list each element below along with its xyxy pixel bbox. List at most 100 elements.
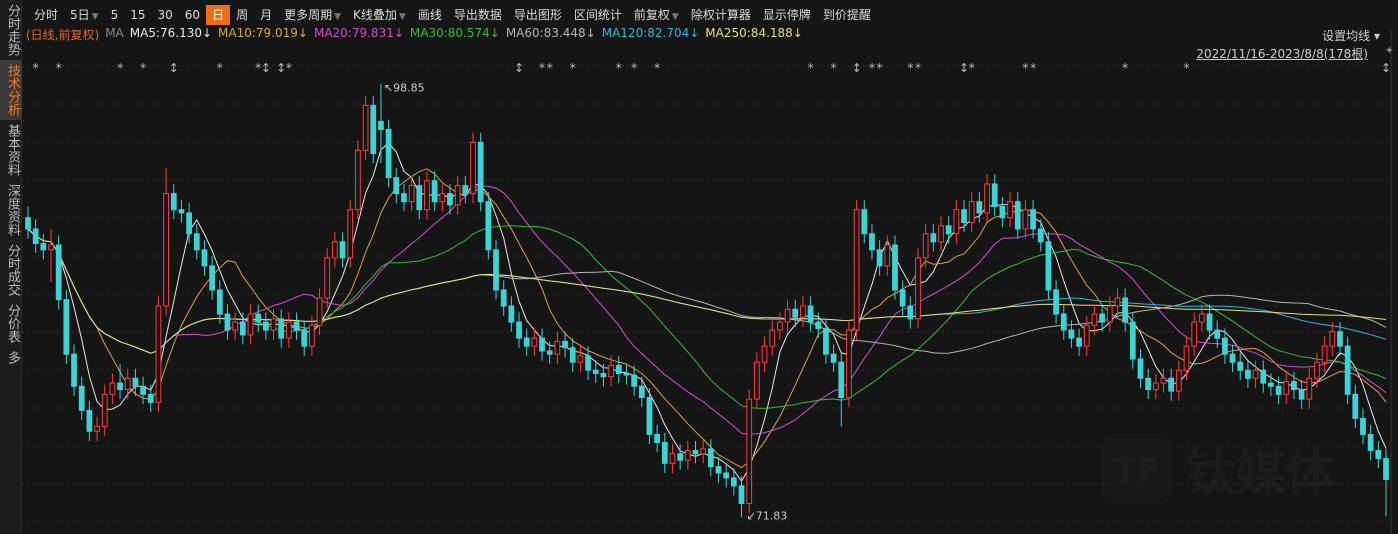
candle-body: [654, 433, 661, 443]
candle-body: [1329, 331, 1336, 347]
low-price-label: ↙71.83: [747, 509, 788, 522]
candle-body: [815, 321, 822, 330]
event-marker-icon: *: [631, 61, 637, 75]
sidebar-item-6[interactable]: 多: [0, 347, 22, 368]
candle-body: [516, 321, 522, 339]
candle-body: [669, 453, 676, 464]
sidebar-item-3[interactable]: 深度资料: [0, 180, 22, 240]
chart-mode-label: (日线,前复权): [26, 28, 100, 42]
ma-legend-item: MA5:76.130↓: [129, 26, 213, 40]
ma-line-30: [27, 225, 1387, 409]
candle-body: [1337, 331, 1343, 347]
candle-body: [761, 345, 768, 363]
pin-icon[interactable]: ✦: [1385, 44, 1394, 57]
candle-body: [1321, 345, 1328, 363]
toolbar-item-label: 导出图形: [513, 8, 562, 22]
candle-body: [661, 441, 668, 464]
sidebar-item-2[interactable]: 基本资料: [0, 120, 22, 180]
toolbar-item-6[interactable]: 日: [206, 5, 231, 25]
toolbar-item-label: 更多周期: [284, 8, 333, 22]
candle-body: [270, 318, 277, 331]
candle-body: [1283, 380, 1290, 395]
candle-body: [1053, 289, 1059, 315]
toolbar-item-13[interactable]: 导出图形: [508, 5, 568, 25]
ma-legend-item: MA10:79.019↓: [218, 26, 308, 40]
candle-body: [1022, 209, 1029, 230]
candle-body: [1191, 321, 1198, 347]
toolbar-item-5[interactable]: 60: [179, 5, 206, 25]
candle-body: [577, 355, 584, 363]
candle-body: [1206, 313, 1213, 331]
candle-body: [224, 313, 231, 331]
ma-line-5: [27, 142, 1387, 483]
event-marker-icon: *: [877, 61, 883, 75]
toolbar-item-12[interactable]: 导出数据: [448, 5, 508, 25]
candle-body: [876, 249, 883, 267]
candle-body: [638, 385, 645, 399]
toolbar-item-18[interactable]: 到价提醒: [817, 5, 877, 25]
event-marker-icon: ↕: [852, 61, 862, 75]
candle-body: [1245, 369, 1251, 379]
toolbar-item-1[interactable]: 5日 ▼: [64, 5, 105, 25]
candle-body: [730, 477, 737, 487]
candle-body: [332, 241, 338, 259]
candle-body: [447, 193, 453, 206]
candle-body: [462, 185, 469, 195]
candle-body: [439, 193, 446, 203]
set-ma-button[interactable]: 设置均线 ▾: [1322, 27, 1380, 44]
candle-body: [615, 364, 622, 374]
toolbar-item-17[interactable]: 显示停牌: [757, 5, 817, 25]
candle-body: [930, 233, 937, 243]
candle-body: [1291, 380, 1297, 391]
candle-body: [1068, 329, 1075, 339]
candle-body: [738, 485, 745, 504]
toolbar-item-label: 60: [184, 8, 201, 22]
candle-body: [416, 185, 423, 211]
date-range-link[interactable]: 2022/11/16-2023/8/8(178根): [1196, 45, 1368, 62]
candle-body: [546, 350, 553, 355]
toolbar-item-label: K线叠加: [353, 8, 397, 22]
toolbar-item-label: 周: [236, 8, 249, 22]
toolbar-item-15[interactable]: 前复权 ▼: [628, 5, 685, 25]
chevron-down-icon: ▼: [91, 12, 99, 22]
high-price-label: ↖98.85: [384, 82, 425, 95]
candle-body: [278, 318, 285, 339]
candle-body: [830, 353, 837, 363]
toolbar-item-label: 分时: [34, 8, 59, 22]
toolbar-item-3[interactable]: 15: [124, 5, 151, 25]
candle-body: [239, 321, 246, 336]
toolbar-item-16[interactable]: 除权计算器: [685, 5, 757, 25]
toolbar-item-label: 5日: [70, 8, 90, 22]
candle-body: [838, 361, 845, 399]
sidebar-item-0[interactable]: 分时走势: [0, 0, 22, 60]
candle-body: [1298, 389, 1305, 400]
toolbar-item-0[interactable]: 分时: [28, 5, 64, 25]
toolbar-item-9[interactable]: 更多周期 ▼: [278, 5, 347, 25]
toolbar-item-10[interactable]: K线叠加 ▼: [347, 5, 412, 25]
svg-text:钛媒体: 钛媒体: [1185, 444, 1335, 502]
toolbar-item-11[interactable]: 画线: [412, 5, 448, 25]
toolbar-item-7[interactable]: 周: [230, 5, 254, 25]
candle-body: [723, 472, 730, 479]
candle-body: [861, 209, 868, 235]
candle-body: [477, 141, 484, 203]
sidebar-item-4[interactable]: 分时成交: [0, 240, 22, 300]
ma-legend-item: MA250:84.188↓: [705, 26, 803, 40]
candle-body: [1314, 361, 1320, 379]
candle-body: [1252, 369, 1259, 379]
event-marker-icon: *: [570, 61, 576, 75]
candle-body: [316, 297, 323, 326]
candle-body: [339, 241, 346, 259]
toolbar-item-14[interactable]: 区间统计: [568, 5, 628, 25]
candle-body: [25, 217, 31, 230]
sidebar-item-5[interactable]: 分价表: [0, 300, 22, 347]
toolbar-item-4[interactable]: 30: [152, 5, 179, 25]
candle-body: [707, 448, 714, 468]
candle-body: [324, 257, 331, 299]
toolbar-item-8[interactable]: 月: [254, 5, 278, 25]
toolbar-item-2[interactable]: 5: [105, 5, 125, 25]
candle-body: [155, 305, 162, 403]
candle-body: [769, 329, 776, 347]
sidebar-item-1[interactable]: 技术分析: [0, 60, 22, 120]
candle-body: [362, 104, 369, 151]
